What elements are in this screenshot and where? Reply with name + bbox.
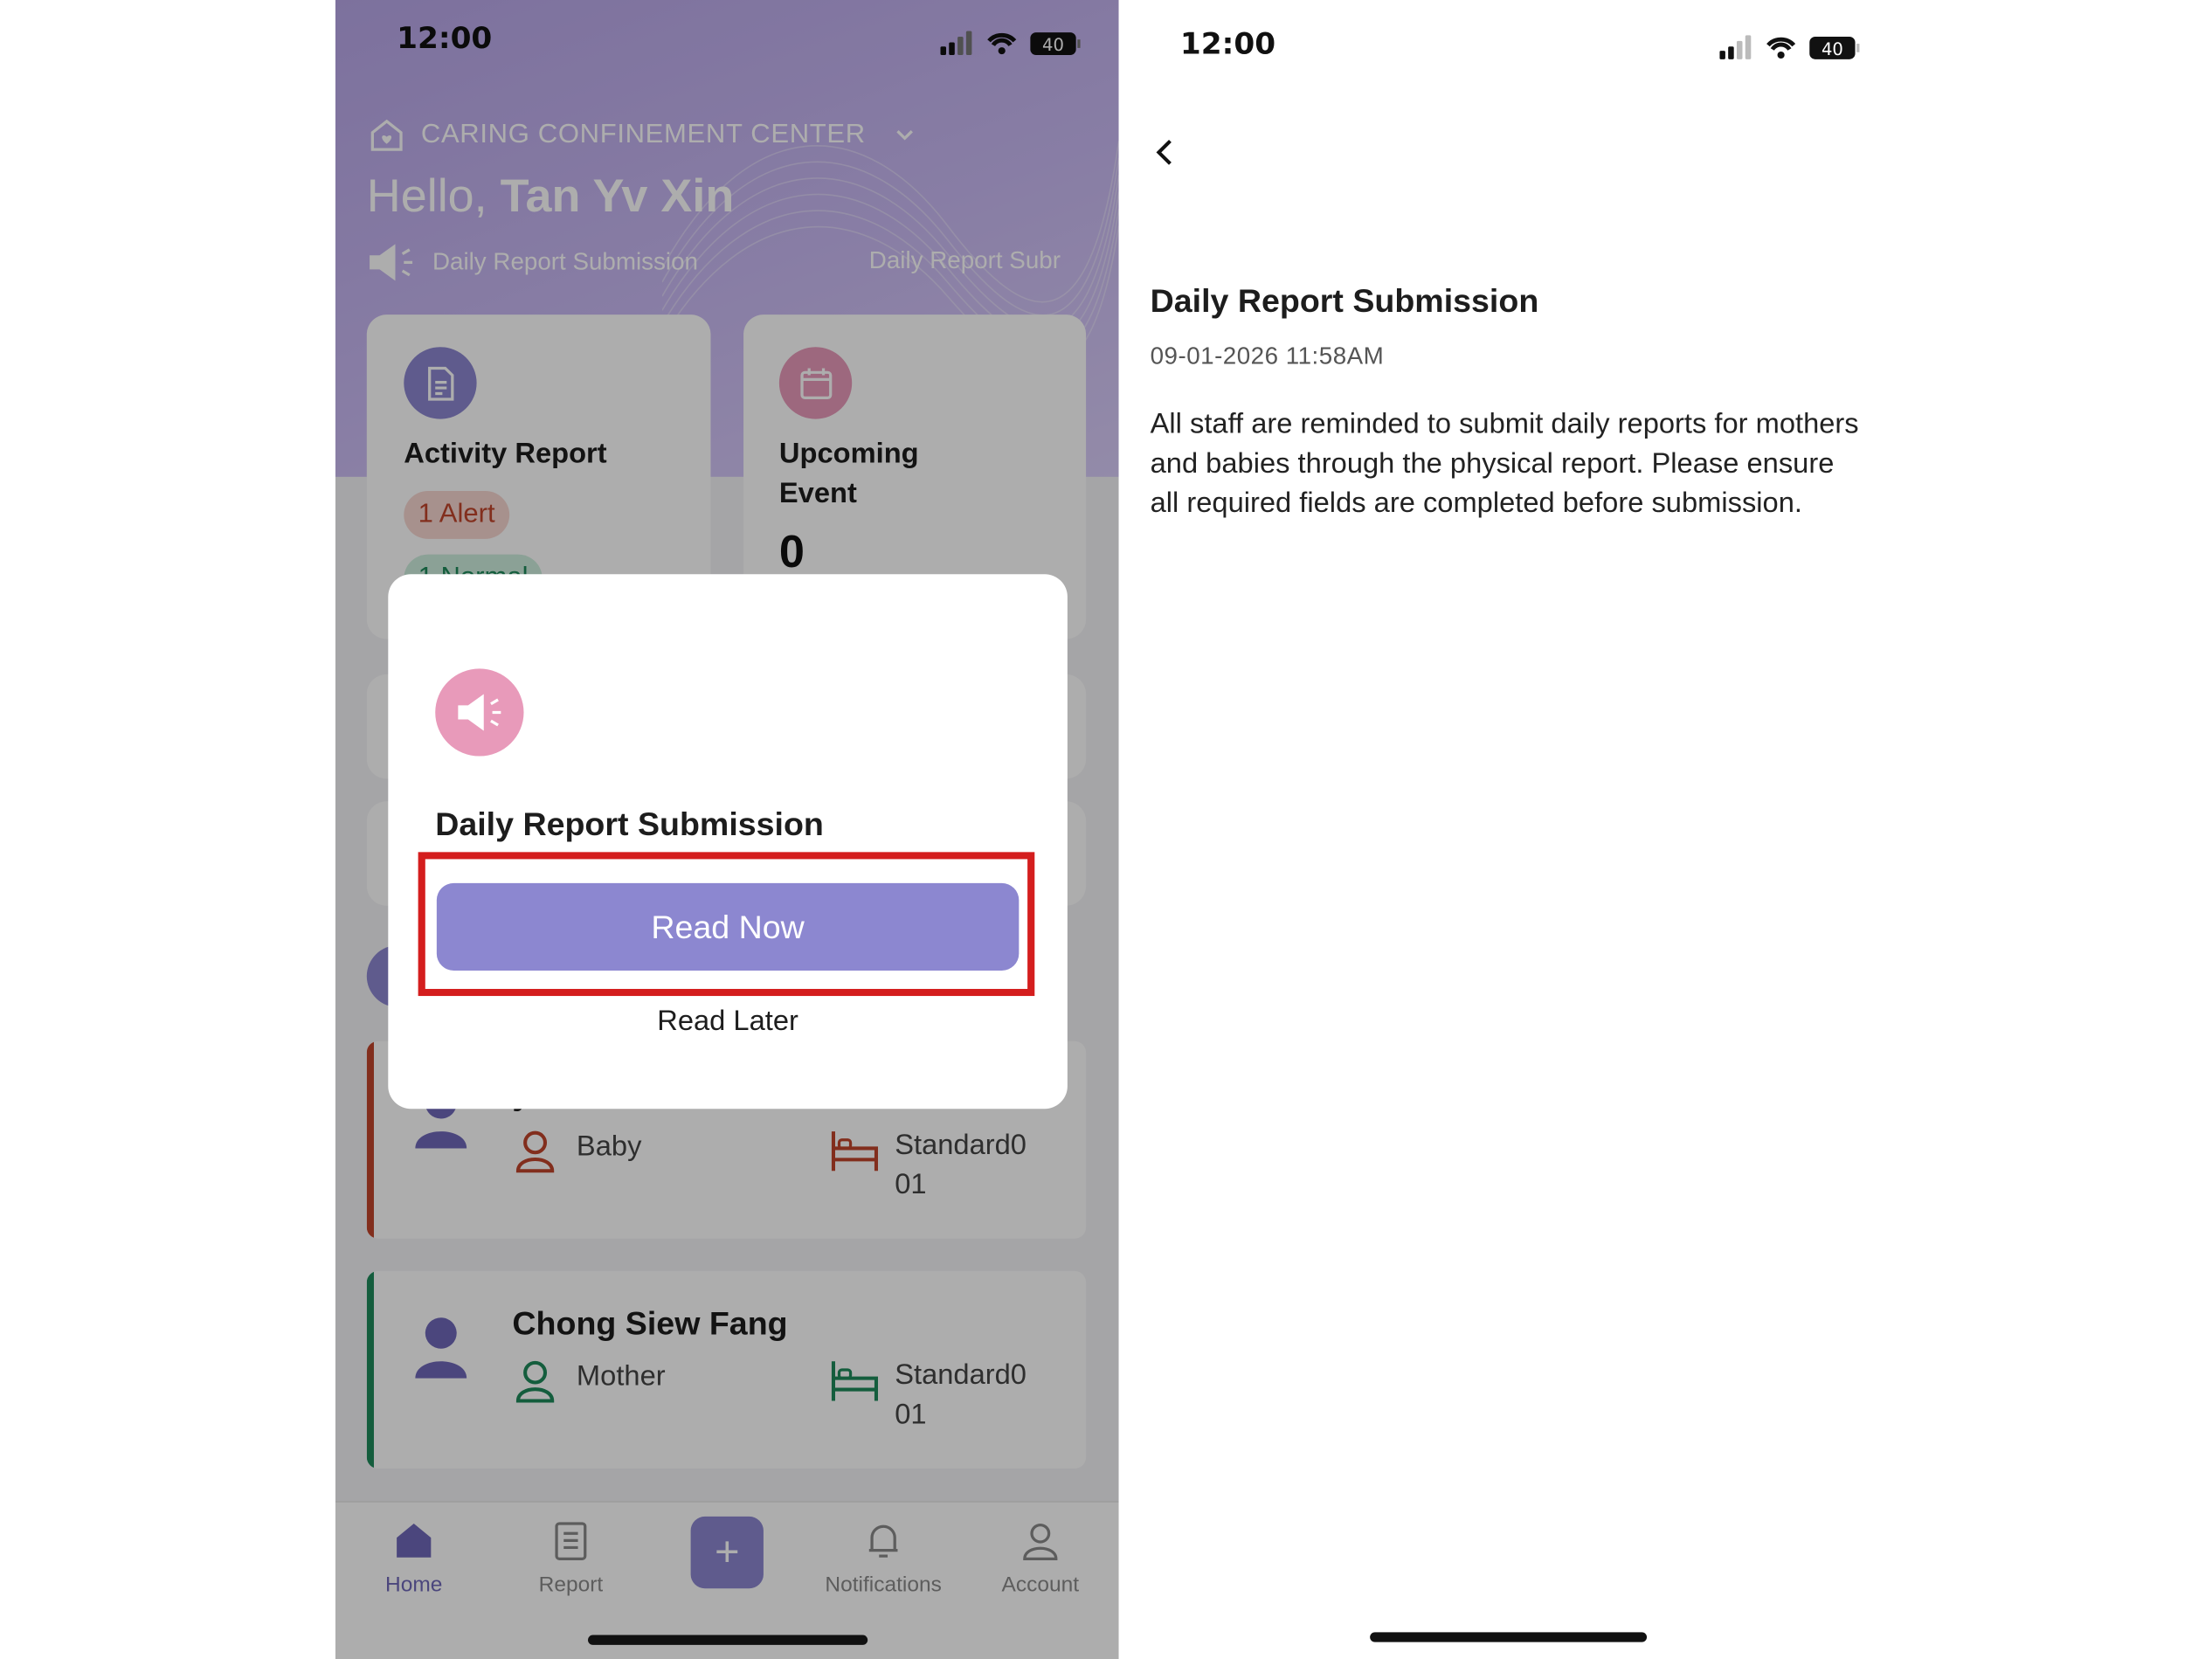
announcement-body: All staff are reminded to submit daily r… [1150, 409, 1859, 520]
megaphone-icon [435, 668, 524, 757]
announcement-datetime: 09-01-2026 11:58AM [1150, 342, 1385, 370]
battery-level: 40 [1821, 39, 1843, 59]
announcement-title: Daily Report Submission [1150, 281, 1539, 319]
home-screen: 12:00 40 CARING CONFINEMENT CENTER Hello… [335, 0, 1119, 1659]
announcement-detail-screen: 12:00 40 Daily Report Submission 09-01-2… [1118, 0, 1890, 1659]
announcement-modal: Daily Report Submission Read Now Read La… [388, 574, 1068, 1109]
modal-title: Daily Report Submission [435, 805, 824, 843]
signal-wifi-battery-icon: 40 [1719, 35, 1860, 59]
read-now-button[interactable]: Read Now [436, 882, 1020, 971]
back-arrow-icon[interactable] [1151, 135, 1182, 169]
home-indicator [1370, 1632, 1648, 1642]
home-indicator [588, 1635, 868, 1645]
status-time: 12:00 [1179, 26, 1276, 61]
status-bar: 12:00 40 [1119, 0, 1890, 79]
stage: 12:00 40 CARING CONFINEMENT CENTER Hello… [0, 0, 2212, 1659]
read-later-button[interactable]: Read Later [388, 1006, 1068, 1038]
